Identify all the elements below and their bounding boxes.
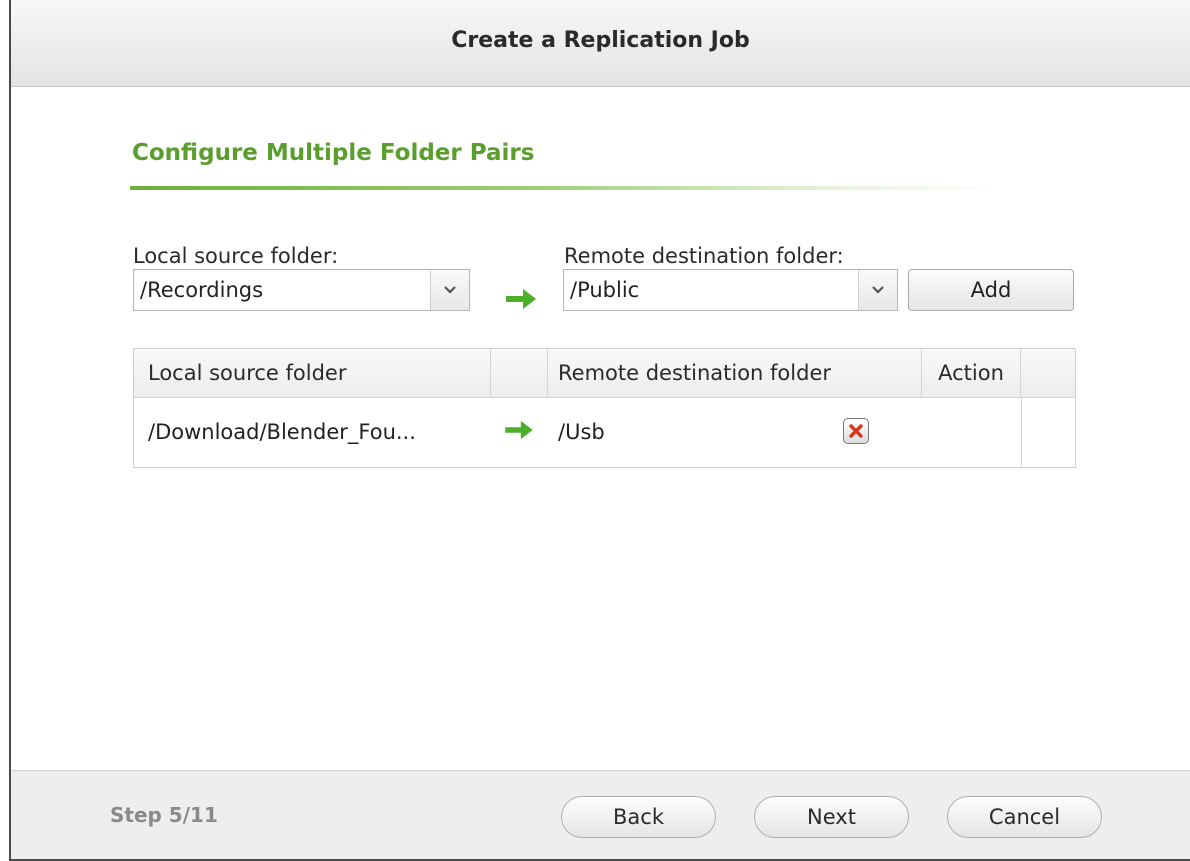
local-source-label: Local source folder:	[133, 244, 339, 268]
next-button[interactable]: Next	[754, 796, 909, 838]
close-icon	[849, 424, 863, 438]
table-header: Local source folder Remote destination f…	[134, 349, 1075, 398]
remote-destination-value: /Public	[570, 278, 640, 302]
dialog-title: Create a Replication Job	[11, 0, 1190, 87]
right-arrow-icon	[503, 419, 535, 445]
remote-destination-select[interactable]: /Public	[563, 269, 898, 311]
header-local-source: Local source folder	[134, 349, 491, 397]
cancel-button[interactable]: Cancel	[947, 796, 1102, 838]
back-button[interactable]: Back	[561, 796, 716, 838]
section-divider	[130, 186, 1000, 190]
folder-pairs-table: Local source folder Remote destination f…	[133, 348, 1076, 468]
local-source-select[interactable]: /Recordings	[133, 269, 470, 311]
right-arrow-icon	[504, 287, 538, 315]
add-button[interactable]: Add	[908, 269, 1074, 311]
column-divider	[1021, 397, 1022, 467]
remote-destination-label: Remote destination folder:	[564, 244, 844, 268]
header-remote-destination: Remote destination folder	[548, 349, 922, 397]
chevron-down-icon[interactable]	[858, 270, 897, 310]
delete-pair-button[interactable]	[843, 418, 869, 444]
section-title: Configure Multiple Folder Pairs	[132, 140, 535, 166]
header-arrow-column	[491, 349, 548, 397]
chevron-down-icon[interactable]	[430, 270, 469, 310]
local-source-value: /Recordings	[140, 278, 264, 302]
row-local-source: /Download/Blender_Fou...	[148, 420, 416, 444]
replication-job-dialog: Create a Replication Job Configure Multi…	[9, 0, 1190, 861]
row-remote-destination: /Usb	[558, 420, 605, 444]
header-action: Action	[922, 349, 1021, 397]
step-indicator: Step 5/11	[110, 803, 218, 827]
